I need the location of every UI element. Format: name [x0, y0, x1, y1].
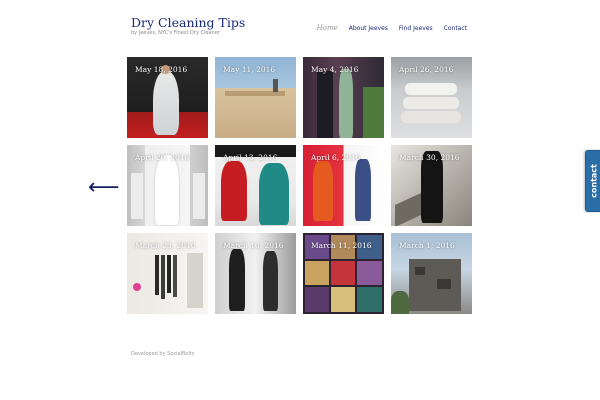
footer-credit: Developed by SocialBolts [131, 351, 195, 357]
nav-contact[interactable]: Contact [444, 25, 467, 32]
post-tile[interactable]: April 26, 2016 [391, 57, 472, 138]
post-tile[interactable]: May 4, 2016 [303, 57, 384, 138]
post-date: April 26, 2016 [399, 65, 454, 74]
post-date: May 18, 2016 [135, 65, 188, 74]
nav-find-jeeves[interactable]: Find Jeeves [399, 25, 433, 32]
nav-about-jeeves[interactable]: About Jeeves [349, 25, 388, 32]
post-tile[interactable]: April 6, 2016 [303, 145, 384, 226]
post-date: March 16, 2016 [223, 241, 284, 250]
site-title[interactable]: Dry Cleaning Tips [131, 15, 245, 30]
site-tagline: by Jeeves, NYC's Finest Dry Cleaner [131, 30, 220, 36]
post-tile[interactable]: March 30, 2016 [391, 145, 472, 226]
post-date: March 30, 2016 [399, 153, 460, 162]
post-tile[interactable]: April 13, 2016 [215, 145, 296, 226]
post-date: March 23, 2016 [135, 241, 196, 250]
post-tile[interactable]: March 16, 2016 [215, 233, 296, 314]
post-tile[interactable]: April 20, 2016 [127, 145, 208, 226]
post-date: March 1, 2016 [399, 241, 455, 250]
main-nav: Home About Jeeves Find Jeeves Contact [317, 24, 467, 32]
post-tile[interactable]: May 18, 2016 [127, 57, 208, 138]
post-date: May 11, 2016 [223, 65, 276, 74]
contact-tab-label: contact [589, 164, 598, 198]
contact-tab[interactable]: contact [585, 150, 600, 212]
post-tile[interactable]: March 23, 2016 [127, 233, 208, 314]
post-tile[interactable]: May 11, 2016 [215, 57, 296, 138]
nav-home[interactable]: Home [317, 24, 338, 32]
post-date: March 11, 2016 [311, 241, 372, 250]
left-arrow-icon[interactable]: ⟵ [88, 177, 120, 199]
post-date: April 20, 2016 [135, 153, 190, 162]
post-tile[interactable]: March 11, 2016 [303, 233, 384, 314]
post-tile[interactable]: March 1, 2016 [391, 233, 472, 314]
post-date: April 13, 2016 [223, 153, 278, 162]
post-grid: May 18, 2016 May 11, 2016 May 4, 2016 Ap… [127, 57, 472, 314]
post-date: May 4, 2016 [311, 65, 359, 74]
post-date: April 6, 2016 [311, 153, 361, 162]
